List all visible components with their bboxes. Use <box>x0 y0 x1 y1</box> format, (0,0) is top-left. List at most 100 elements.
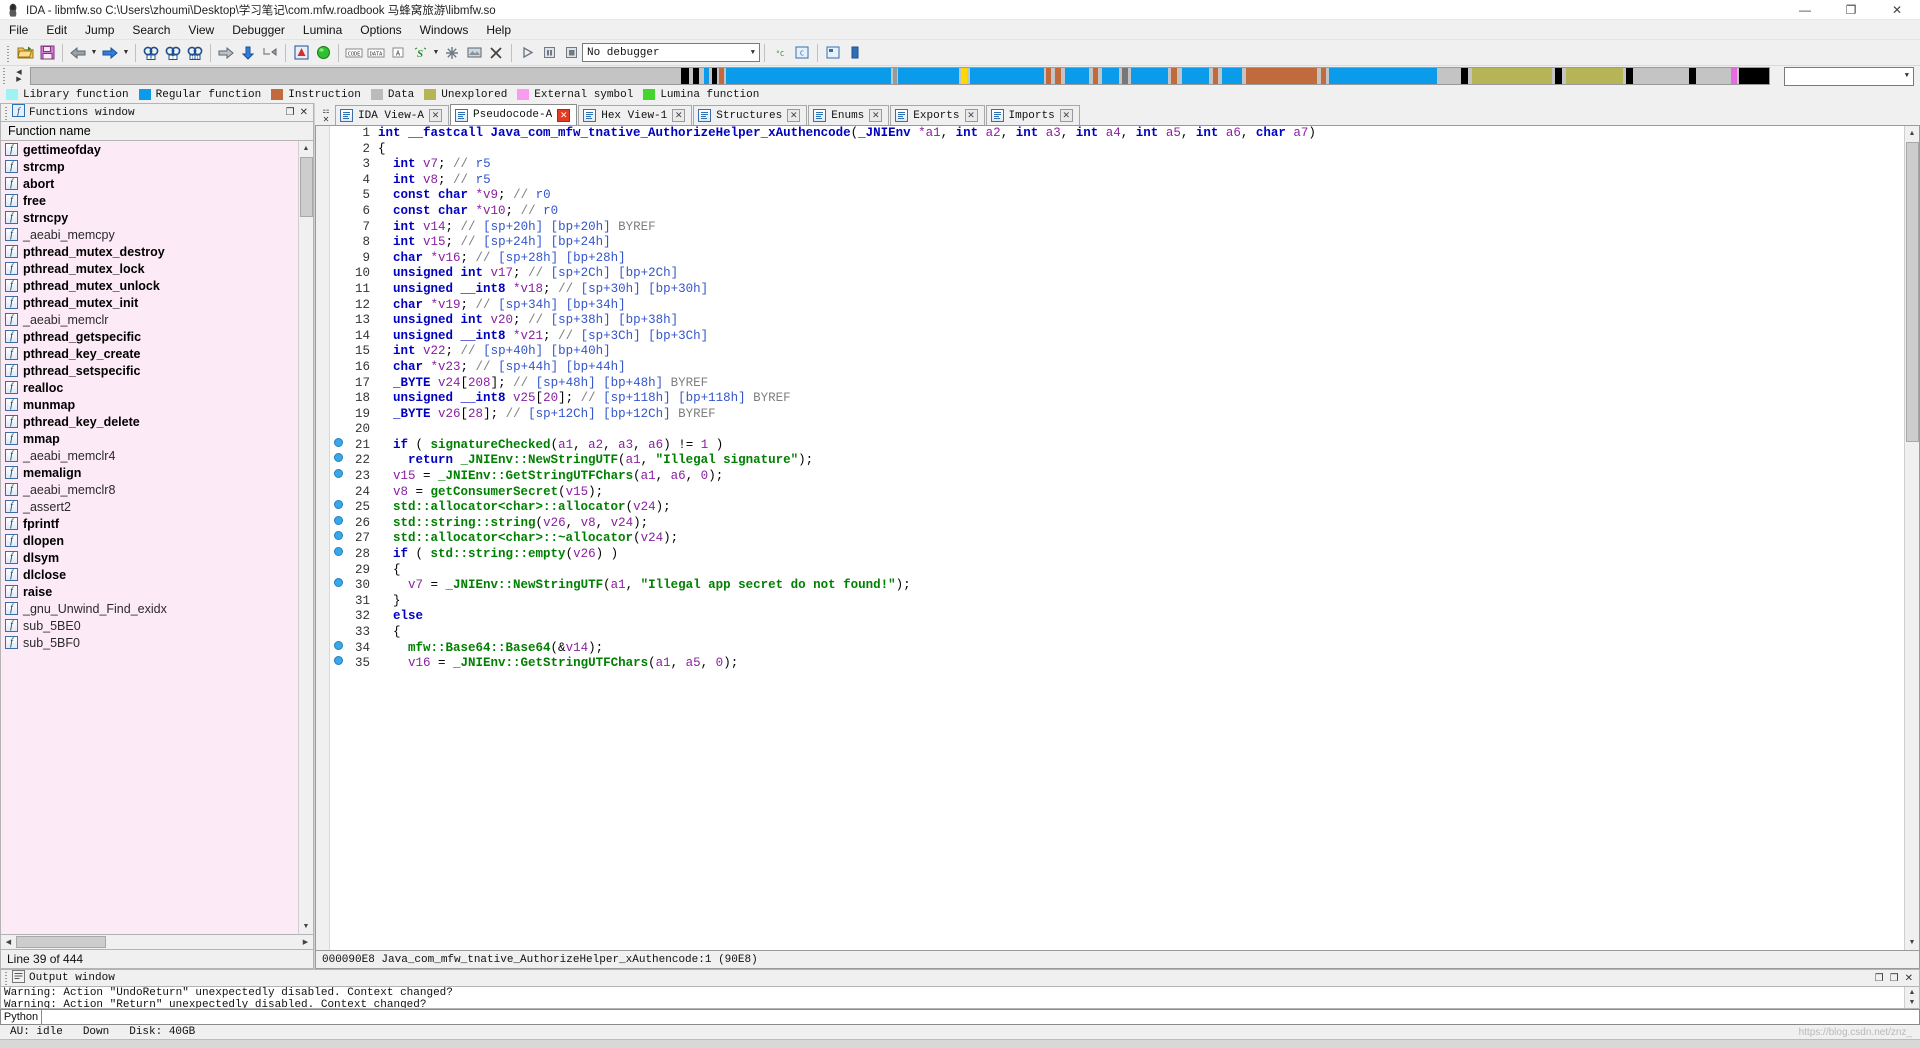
tabstrip-grip[interactable]: ⚏ ✕ <box>317 105 335 125</box>
function-list-item[interactable]: f pthread_key_create <box>1 345 298 362</box>
menu-item-options[interactable]: Options <box>351 21 410 39</box>
scroll-up-icon[interactable]: ▲ <box>1904 126 1919 141</box>
pseudocode-line[interactable]: 14 unsigned __int8 *v21; // [sp+3Ch] [bp… <box>330 329 1904 345</box>
pseudocode-line[interactable]: 33 { <box>330 625 1904 641</box>
pseudocode-scrollbar[interactable]: ▲ ▼ <box>1904 126 1919 950</box>
pseudocode-line[interactable]: 17 _BYTE v24[208]; // [sp+48h] [bp+48h] … <box>330 376 1904 392</box>
breakpoints-button[interactable] <box>822 42 844 64</box>
jump-down-button[interactable] <box>237 42 259 64</box>
navband-segment-black-marker[interactable] <box>1626 68 1634 84</box>
breakpoint-marker-icon[interactable] <box>330 656 346 666</box>
pseudocode-line[interactable]: 28 if ( std::string::empty(v26) ) <box>330 547 1904 563</box>
menu-item-debugger[interactable]: Debugger <box>223 21 294 39</box>
function-list-item[interactable]: f memalign <box>1 464 298 481</box>
python-mode-button[interactable]: Python <box>0 1009 42 1025</box>
function-list-item[interactable]: f _aeabi_memclr4 <box>1 447 298 464</box>
function-list-item[interactable]: f _aeabi_memclr <box>1 311 298 328</box>
make-data-button[interactable]: DATA <box>365 42 387 64</box>
pseudocode-line[interactable]: 30 v7 = _JNIEnv::NewStringUTF(a1, "Illeg… <box>330 578 1904 594</box>
temperature-button[interactable]: °C <box>769 42 791 64</box>
scrollbar-thumb[interactable] <box>1905 142 1919 442</box>
navband-segment-black-marker[interactable] <box>1461 68 1469 84</box>
function-list-item[interactable]: f realloc <box>1 379 298 396</box>
menu-item-search[interactable]: Search <box>123 21 179 39</box>
tab-close-icon[interactable]: ✕ <box>557 108 571 122</box>
make-array-button[interactable] <box>463 42 485 64</box>
search-hex-button[interactable]: # <box>140 42 162 64</box>
scrollbar-thumb[interactable] <box>299 157 313 217</box>
debugger-select[interactable]: No debugger ▼ <box>582 43 760 62</box>
navband-segment-regular-function[interactable] <box>1065 68 1090 84</box>
delete-button[interactable] <box>485 42 507 64</box>
menu-item-view[interactable]: View <box>179 21 223 39</box>
navband-segment-unexplored[interactable] <box>1471 68 1552 84</box>
navband-segment-instruction[interactable] <box>1054 68 1061 84</box>
navband-segment-cursor-marker[interactable] <box>960 68 967 84</box>
pseudocode-line[interactable]: 31 } <box>330 594 1904 610</box>
breakpoint-marker-icon[interactable] <box>330 437 346 447</box>
pseudocode-line[interactable]: 19 _BYTE v26[28]; // [sp+12Ch] [bp+12Ch]… <box>330 407 1904 423</box>
menu-item-jump[interactable]: Jump <box>76 21 123 39</box>
search-text-button[interactable]: T <box>162 42 184 64</box>
pseudocode-line[interactable]: 27 std::allocator<char>::~allocator(v24)… <box>330 531 1904 547</box>
function-list-item[interactable]: f sub_5BF0 <box>1 634 298 651</box>
navband-segment-regular-function[interactable] <box>1101 68 1119 84</box>
pseudocode-line[interactable]: 21 if ( signatureChecked(a1, a2, a3, a6)… <box>330 437 1904 454</box>
function-list-item[interactable]: f sub_5BE0 <box>1 617 298 634</box>
navband-segment-black-marker[interactable] <box>712 68 718 84</box>
pseudocode-line[interactable]: 9 char *v16; // [sp+28h] [bp+28h] <box>330 251 1904 267</box>
pseudocode-line[interactable]: 29 { <box>330 563 1904 579</box>
function-list-item[interactable]: f munmap <box>1 396 298 413</box>
panel-grip[interactable] <box>3 971 10 985</box>
scroll-down-icon[interactable]: ▼ <box>1904 935 1919 950</box>
breakpoint-marker-icon[interactable] <box>330 578 346 588</box>
navband-segment-regular-function[interactable] <box>1329 68 1438 84</box>
navband-segment-black-marker[interactable] <box>1689 68 1696 84</box>
function-list-item[interactable]: f pthread_mutex_init <box>1 294 298 311</box>
navband-segment-external-symbol[interactable] <box>1730 68 1737 84</box>
forward-dropdown-icon[interactable]: ▼ <box>121 42 131 64</box>
output-close-button[interactable]: ✕ <box>1905 973 1913 984</box>
function-list-item[interactable]: f pthread_mutex_lock <box>1 260 298 277</box>
menu-item-edit[interactable]: Edit <box>37 21 76 39</box>
tab-hex-view-1[interactable]: Hex View-1 ✕ <box>578 105 693 125</box>
navband-scroll-left-icon[interactable]: ◀ <box>16 69 21 76</box>
scroll-up-icon[interactable]: ▲ <box>1904 987 1919 998</box>
navband-segment-gap[interactable] <box>1636 68 1686 84</box>
pseudocode-line[interactable]: 18 unsigned __int8 v25[20]; // [sp+118h]… <box>330 391 1904 407</box>
pseudocode-view[interactable]: 1 int __fastcall Java_com_mfw_tnative_Aut… <box>315 125 1920 951</box>
hscrollbar-thumb[interactable] <box>16 936 106 948</box>
panel-close-button[interactable]: ✕ <box>300 107 308 118</box>
navband-scroll-right-icon[interactable]: ▶ <box>16 76 21 83</box>
navband-segment-regular-function[interactable] <box>703 68 709 84</box>
functions-list-scrollbar[interactable]: ▲ ▼ <box>298 141 313 934</box>
function-list-item[interactable]: f pthread_mutex_destroy <box>1 243 298 260</box>
pseudocode-line[interactable]: 5 const char *v9; // r0 <box>330 188 1904 204</box>
lumina-button[interactable] <box>312 42 334 64</box>
toolbar-grip[interactable] <box>5 43 11 62</box>
pseudocode-line[interactable]: 32 else <box>330 609 1904 625</box>
breakpoint-marker-icon[interactable] <box>330 453 346 463</box>
tab-enums[interactable]: Enums ✕ <box>808 105 890 125</box>
pseudocode-scroll-area[interactable]: 1 int __fastcall Java_com_mfw_tnative_Aut… <box>330 126 1904 950</box>
minimize-button[interactable]: — <box>1782 0 1828 20</box>
menu-item-windows[interactable]: Windows <box>411 21 478 39</box>
pseudocode-line[interactable]: 7 int v14; // [sp+20h] [bp+20h] BYREF <box>330 220 1904 236</box>
function-list-item[interactable]: f _aeabi_memcpy <box>1 226 298 243</box>
pseudocode-line[interactable]: 11 unsigned __int8 *v18; // [sp+30h] [bp… <box>330 282 1904 298</box>
function-list-item[interactable]: f _aeabi_memclr8 <box>1 481 298 498</box>
navband-segment-regular-function[interactable] <box>1181 68 1210 84</box>
output-restore-button[interactable]: ❐ <box>1875 973 1884 984</box>
navband-segment-regular-function[interactable] <box>898 68 960 84</box>
navband-segment-black-tail[interactable] <box>1739 68 1769 84</box>
pseudocode-line[interactable]: 16 char *v23; // [sp+44h] [bp+44h] <box>330 360 1904 376</box>
tab-exports[interactable]: Exports ✕ <box>890 105 985 125</box>
navband-segment-instruction[interactable] <box>1171 68 1178 84</box>
breakpoint-marker-icon[interactable] <box>330 469 346 479</box>
navband-segment-regular-function[interactable] <box>969 68 1045 84</box>
pseudocode-line[interactable]: 25 std::allocator<char>::allocator(v24); <box>330 500 1904 516</box>
pseudocode-line[interactable]: 23 v15 = _JNIEnv::GetStringUTFChars(a1, … <box>330 469 1904 485</box>
breakpoint-marker-icon[interactable] <box>330 640 346 650</box>
menu-item-lumina[interactable]: Lumina <box>294 21 351 39</box>
pseudocode-line[interactable]: 10 unsigned int v17; // [sp+2Ch] [bp+2Ch… <box>330 266 1904 282</box>
